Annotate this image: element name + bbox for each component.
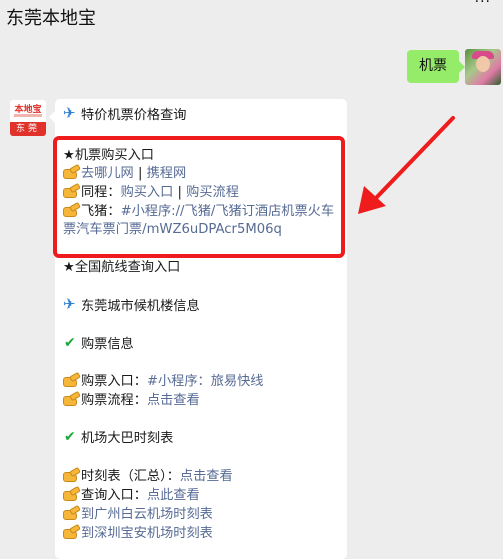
ticket-flow-link[interactable]: 点击查看: [147, 393, 200, 408]
pointing-hand-icon: [63, 487, 79, 501]
message-line-baiyun: 到广州白云机场时刻表: [63, 506, 213, 524]
avatar-logo-underline: [14, 114, 42, 117]
pointing-hand-icon: [63, 468, 79, 482]
bendibao-avatar[interactable]: 本地宝 东莞: [10, 100, 46, 136]
more-menu-icon[interactable]: ···: [475, 0, 491, 10]
schedule-summary-link[interactable]: 点击查看: [180, 469, 233, 484]
pointing-hand-icon: [63, 525, 79, 539]
chat-title: 东莞本地宝: [6, 8, 96, 29]
user-avatar[interactable]: [465, 49, 501, 85]
avatar-city-band: 东莞: [10, 122, 46, 136]
message-line-flight-price: 特价机票价格查询: [63, 104, 187, 125]
baiyun-schedule-link[interactable]: 到广州白云机场时刻表: [81, 507, 213, 522]
avatar-face: [476, 56, 490, 72]
highlight-box: [53, 136, 345, 258]
check-mark-icon: [63, 334, 79, 352]
airplane-icon: [63, 295, 79, 313]
query-entry-link[interactable]: 点此查看: [147, 488, 200, 503]
pointing-hand-icon: [63, 392, 79, 406]
message-line-baoan: 到深圳宝安机场时刻表: [63, 525, 213, 543]
check-mark-icon: [63, 428, 79, 446]
message-line-ticket-info: 购票信息: [63, 334, 134, 354]
pointing-hand-icon: [63, 373, 79, 387]
pointing-hand-icon: [63, 506, 79, 520]
arrow-shaft: [374, 116, 455, 200]
message-line-ticket-flow: 购票流程：点击查看: [63, 392, 200, 410]
route-query-link[interactable]: ★全国航线查询入口: [63, 259, 180, 277]
message-line-terminal-info: 东莞城市候机楼信息: [63, 295, 200, 316]
chat-header: 东莞本地宝 ···: [0, 0, 503, 42]
baoan-schedule-link[interactable]: 到深圳宝安机场时刻表: [81, 526, 213, 541]
airplane-icon: [63, 104, 79, 122]
outgoing-message-bubble[interactable]: 机票: [407, 50, 465, 83]
arrow-head: [358, 186, 386, 214]
message-line-schedule-summary: 时刻表（汇总）：点击查看: [63, 468, 233, 486]
message-line-query-entry: 查询入口：点此查看: [63, 487, 200, 505]
message-line-bus-schedule: 机场大巴时刻表: [63, 428, 173, 448]
message-line-ticket-entry: 购票入口：#小程序：旅易快线: [63, 373, 264, 391]
ticket-entry-link[interactable]: #小程序：旅易快线: [147, 374, 264, 389]
